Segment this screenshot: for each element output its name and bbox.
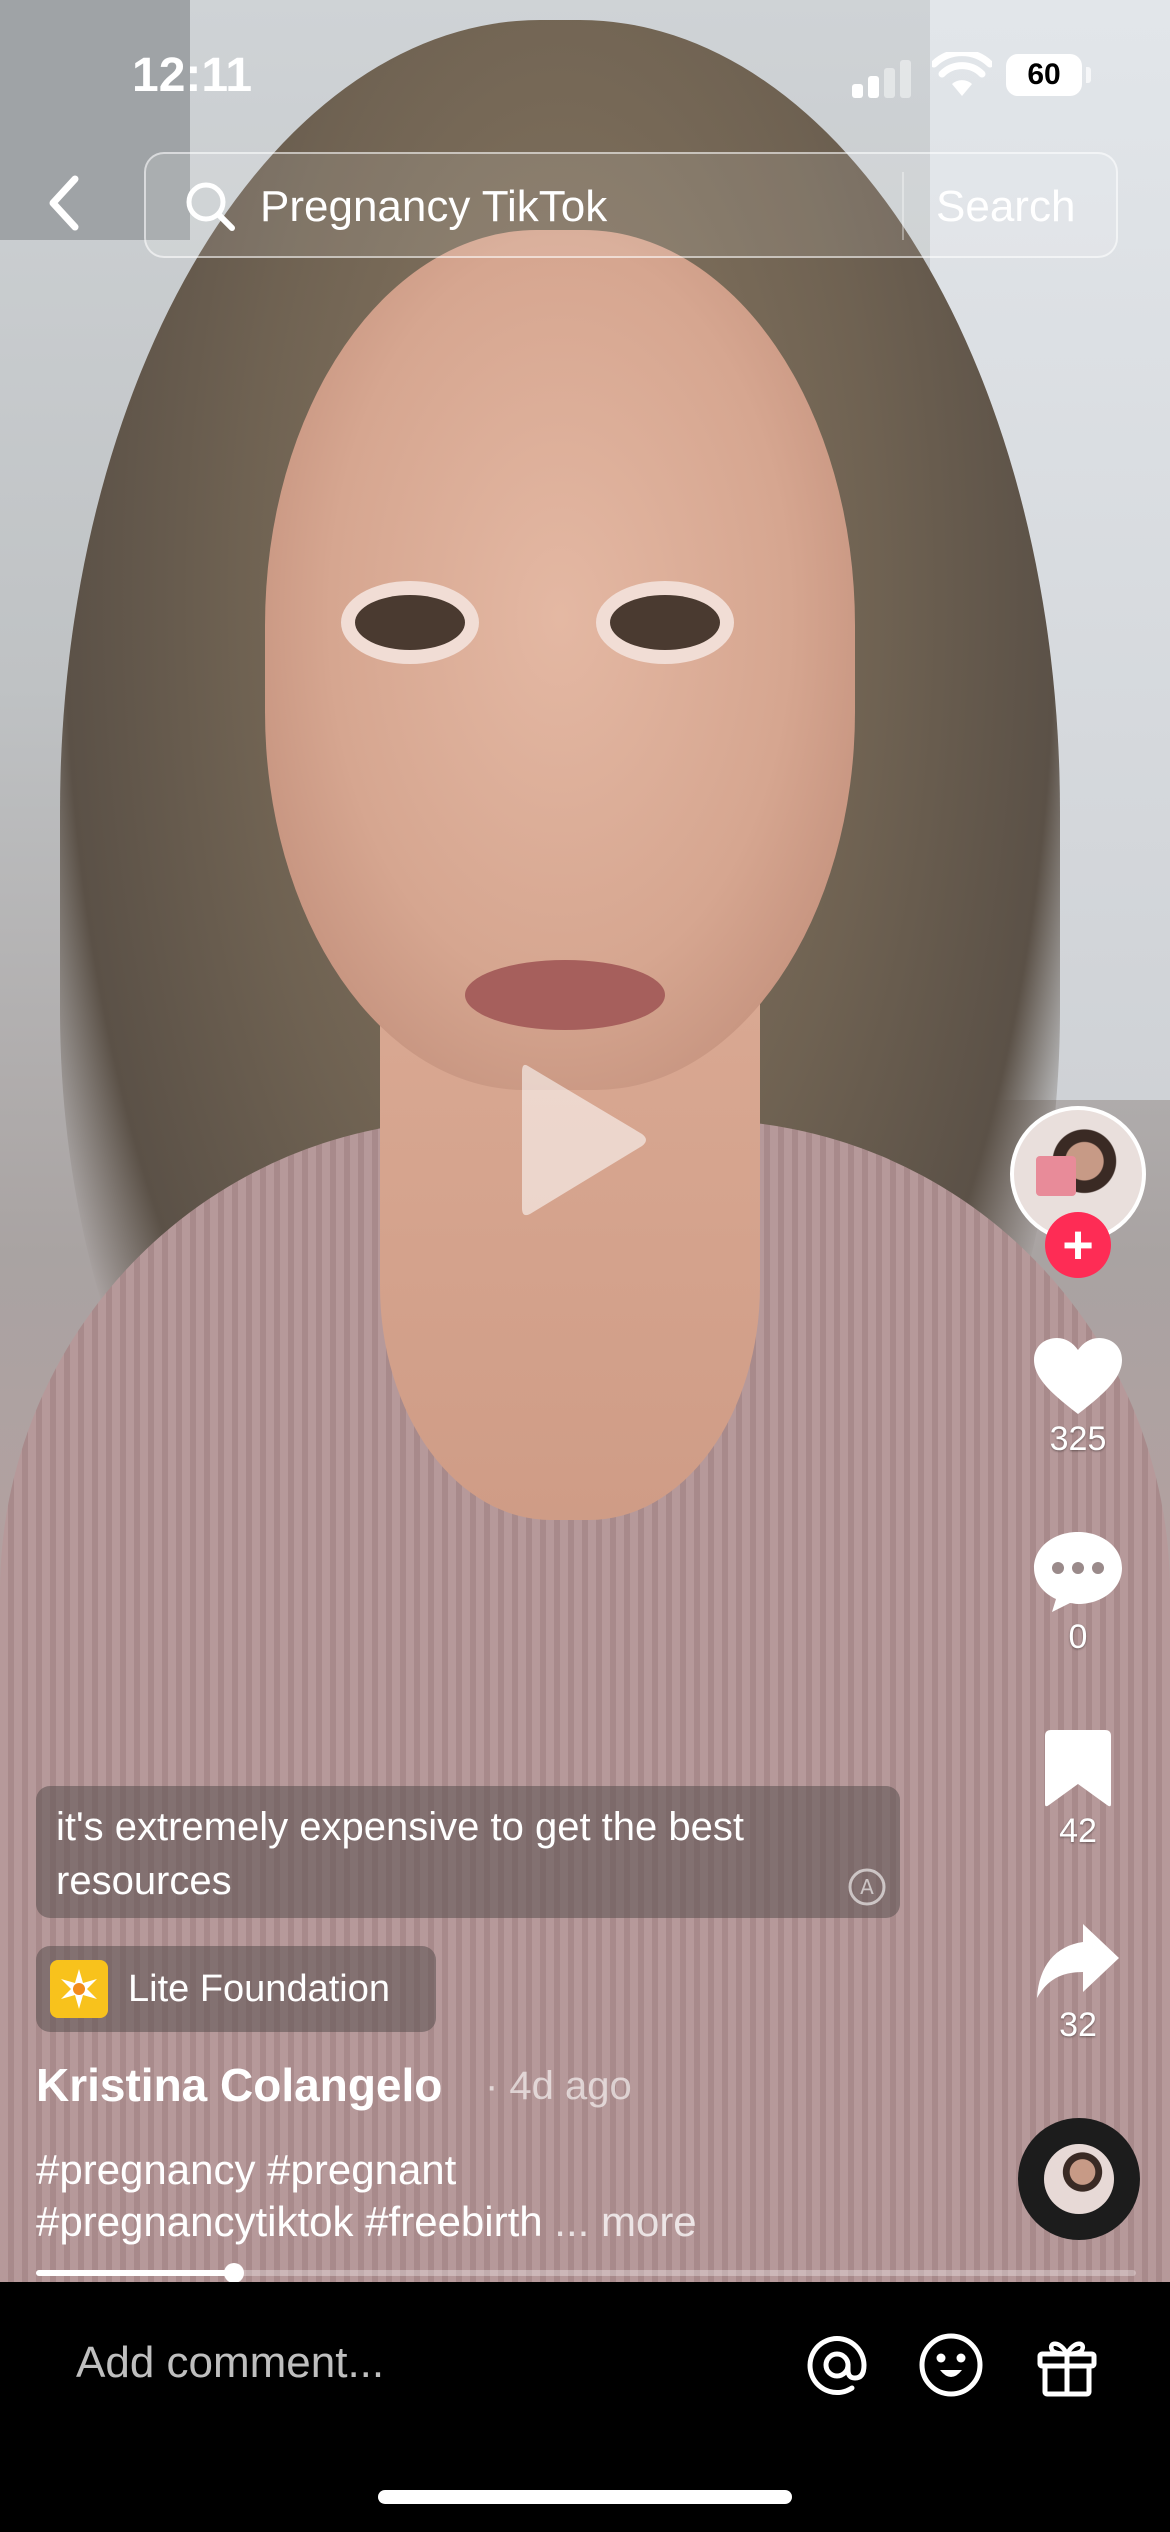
heart-icon — [1034, 1338, 1122, 1414]
emoji-icon[interactable] — [918, 2332, 984, 2398]
svg-text:A: A — [860, 1875, 874, 1899]
status-time: 12:11 — [132, 49, 253, 102]
back-button[interactable] — [30, 168, 100, 238]
add-comment-input[interactable]: Add comment... — [76, 2338, 384, 2388]
bookmark-icon — [1045, 1730, 1111, 1807]
hashtags-line-1[interactable]: #pregnancy #pregnant — [36, 2144, 916, 2196]
auto-caption: it's extremely expensive to get the best… — [36, 1786, 900, 1918]
video-progress-bar[interactable] — [36, 2263, 1136, 2283]
caption-text: it's extremely expensive to get the best… — [56, 1805, 744, 1903]
avatar-prop — [1036, 1156, 1076, 1196]
save-button[interactable]: 42 — [1025, 1728, 1131, 1851]
battery-level: 60 — [1027, 58, 1061, 91]
follow-button[interactable]: + — [1045, 1212, 1111, 1278]
video-subject-mouth — [465, 960, 665, 1030]
author-name[interactable]: Kristina Colangelo — [36, 2058, 442, 2112]
effect-tag[interactable]: Lite Foundation — [36, 1946, 436, 2032]
battery-indicator: 60 — [1006, 54, 1091, 96]
more-button[interactable]: ... more — [554, 2198, 696, 2245]
search-divider — [902, 172, 904, 240]
search-query[interactable]: Pregnancy TikTok — [260, 182, 607, 232]
follow-plus-icon: + — [1062, 1215, 1094, 1275]
share-arrow-icon — [1037, 1924, 1119, 1998]
post-description[interactable]: #pregnancy #pregnant #pregnancytiktok #f… — [36, 2144, 916, 2248]
music-disc-avatar — [1044, 2144, 1114, 2214]
search-button[interactable]: Search — [936, 182, 1075, 232]
video-progress-knob[interactable] — [224, 2263, 244, 2283]
comment-button[interactable]: 0 — [1025, 1530, 1131, 1657]
search-icon — [186, 182, 235, 231]
save-count: 42 — [1059, 1812, 1097, 1850]
search-bar[interactable]: Pregnancy TikTok Search — [144, 152, 1118, 258]
comment-bubble-icon — [1034, 1532, 1122, 1612]
play-icon[interactable] — [520, 1060, 650, 1220]
effect-sparkle-icon — [50, 1960, 108, 2018]
like-count: 325 — [1049, 1420, 1107, 1458]
cellular-signal-icon — [852, 56, 914, 98]
like-button[interactable]: 325 — [1025, 1336, 1131, 1459]
comment-count: 0 — [1068, 1618, 1088, 1656]
translate-icon[interactable]: A — [844, 1864, 890, 1910]
share-count: 32 — [1059, 2006, 1097, 2044]
share-button[interactable]: 32 — [1025, 1920, 1131, 2045]
chevron-left-icon — [49, 175, 79, 231]
effect-label: Lite Foundation — [128, 1967, 390, 2010]
gift-icon[interactable] — [1034, 2332, 1100, 2398]
video-subject-eye-right — [610, 595, 720, 650]
home-indicator[interactable] — [378, 2490, 792, 2504]
video-progress-fill — [36, 2270, 234, 2276]
at-sign-icon[interactable] — [804, 2332, 870, 2398]
music-disc[interactable] — [1018, 2118, 1140, 2240]
status-bar: 12:11 60 — [0, 0, 1170, 140]
post-age: · 4d ago — [485, 2064, 632, 2108]
video-subject-eye-left — [355, 595, 465, 650]
hashtags-line-2[interactable]: #pregnancytiktok #freebirth — [36, 2198, 543, 2245]
wifi-icon — [932, 52, 992, 96]
